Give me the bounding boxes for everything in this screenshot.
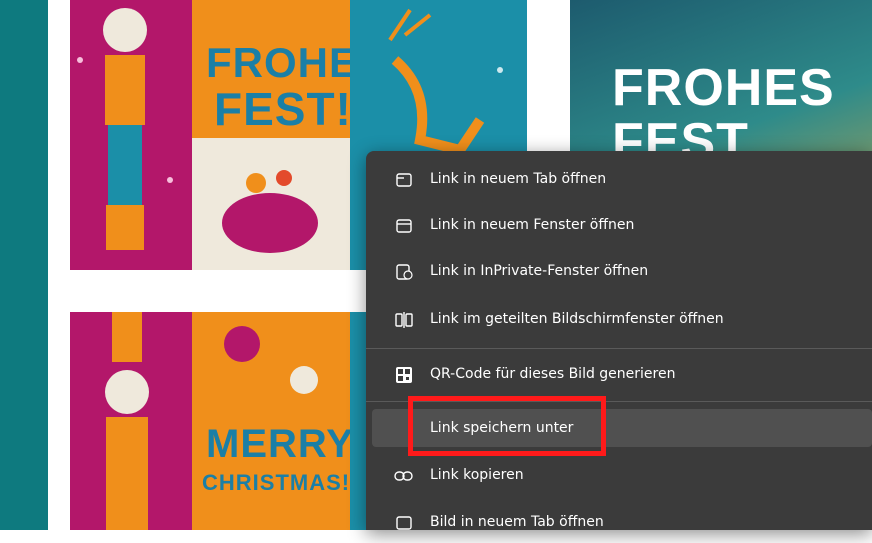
menu-item-label: Link in neuem Fenster öffnen xyxy=(430,217,635,233)
card-text-line2: CHRISTMAS! xyxy=(202,470,351,495)
inprivate-icon xyxy=(394,262,414,282)
menu-item-label: Link in neuem Tab öffnen xyxy=(430,171,607,187)
menu-item-label: Bild in neuem Tab öffnen xyxy=(430,514,604,530)
menu-item-label: Link in InPrivate-Fenster öffnen xyxy=(430,263,649,279)
card-panel-orange: MERRY CHRISTMAS! xyxy=(192,312,353,530)
menu-item-open-link-inprivate[interactable]: Link in InPrivate-Fenster öffnen xyxy=(372,252,872,292)
tab-icon xyxy=(394,170,414,190)
menu-item-label: Link im geteilten Bildschirmfenster öffn… xyxy=(430,311,724,327)
menu-item-open-link-new-window[interactable]: Link in neuem Fenster öffnen xyxy=(372,206,872,246)
menu-item-open-link-split-screen[interactable]: Link im geteilten Bildschirmfenster öffn… xyxy=(372,300,872,340)
card-text-line2: FEST! xyxy=(214,83,352,135)
red-highlight-annotation xyxy=(408,396,606,456)
menu-item-label: Link kopieren xyxy=(430,467,524,483)
window-icon xyxy=(394,216,414,236)
context-menu: Link in neuem Tab öffnen Link in neuem F… xyxy=(366,151,872,530)
qr-code-icon xyxy=(394,365,414,385)
menu-separator xyxy=(366,348,872,349)
nutcracker-illustration xyxy=(105,312,149,530)
split-screen-icon xyxy=(394,310,414,330)
nutcracker-illustration xyxy=(77,8,173,250)
card-text-line1: FROHES xyxy=(612,59,835,117)
left-teal-strip xyxy=(0,0,48,530)
card-panel-magenta xyxy=(70,0,192,270)
card-panel-magenta xyxy=(70,312,192,530)
menu-item-copy-link[interactable]: Link kopieren xyxy=(372,456,872,496)
link-icon xyxy=(394,466,414,486)
card-text-line1: MERRY xyxy=(206,422,354,466)
menu-item-label: QR-Code für dieses Bild generieren xyxy=(430,366,676,382)
menu-item-generate-qr-code[interactable]: QR-Code für dieses Bild generieren xyxy=(372,355,872,395)
treat-bowl-illustration xyxy=(222,170,318,253)
card-panel-orange: FROHES FEST! xyxy=(192,0,386,138)
menu-item-open-image-new-tab[interactable]: Bild in neuem Tab öffnen xyxy=(372,503,872,543)
image-tab-icon xyxy=(394,513,414,533)
ornament-illustration xyxy=(224,326,318,394)
card-panel-cream xyxy=(192,138,350,270)
menu-item-open-link-new-tab[interactable]: Link in neuem Tab öffnen xyxy=(372,160,872,200)
